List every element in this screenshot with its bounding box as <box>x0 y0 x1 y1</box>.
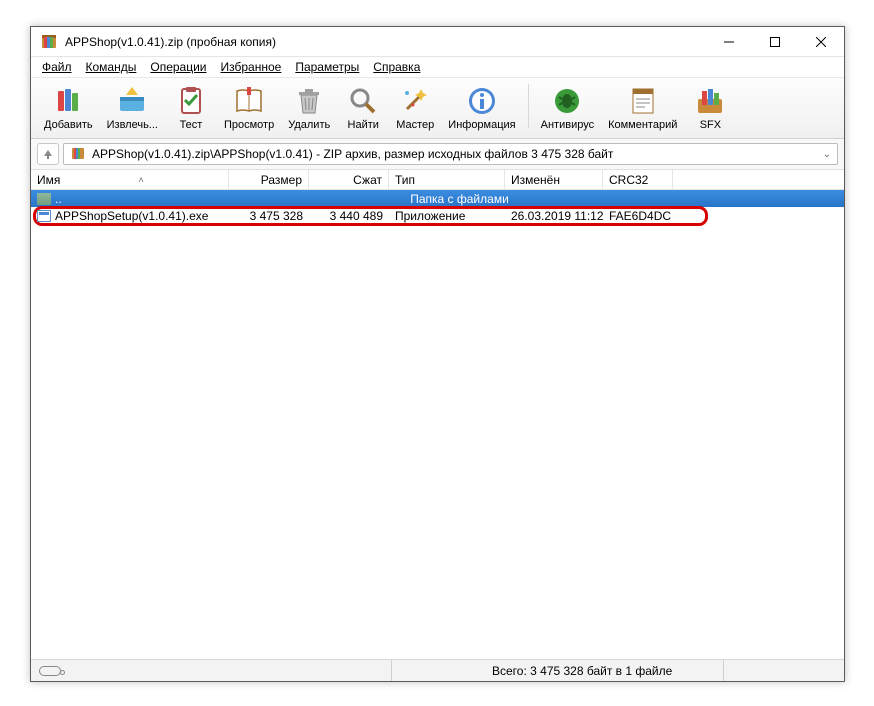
status-total: Всего: 3 475 328 байт в 1 файле <box>392 664 723 678</box>
close-button[interactable] <box>798 27 844 56</box>
search-icon <box>347 85 379 117</box>
antivirus-button[interactable]: Антивирус <box>534 82 601 135</box>
add-button[interactable]: Добавить <box>37 82 100 135</box>
winrar-window: APPShop(v1.0.41).zip (пробная копия) Фай… <box>30 26 845 682</box>
winrar-app-icon <box>39 32 59 52</box>
address-bar-row: APPShop(v1.0.41).zip\APPShop(v1.0.41) - … <box>31 139 844 170</box>
test-button[interactable]: Тест <box>165 82 217 135</box>
statusbar: Всего: 3 475 328 байт в 1 файле <box>31 659 844 681</box>
sfx-button[interactable]: SFX <box>684 82 736 135</box>
view-button[interactable]: Просмотр <box>217 82 281 135</box>
extract-button[interactable]: Извлечь... <box>100 82 165 135</box>
delete-button[interactable]: Удалить <box>281 82 337 135</box>
bug-shield-icon <box>551 85 583 117</box>
menu-help[interactable]: Справка <box>366 59 427 75</box>
info-button[interactable]: Информация <box>441 82 522 135</box>
toolbar-separator <box>528 84 529 128</box>
parent-folder-row[interactable]: .. Папка с файлами <box>31 190 844 207</box>
toolbar: Добавить Извлечь... Тест Просмотр Удалит… <box>31 77 844 139</box>
col-crc[interactable]: CRC32 <box>603 170 673 189</box>
col-name[interactable]: Имя˄ <box>31 170 229 189</box>
wand-icon <box>399 85 431 117</box>
folder-icon <box>37 193 51 205</box>
menubar: Файл Команды Операции Избранное Параметр… <box>31 57 844 77</box>
clipboard-check-icon <box>175 85 207 117</box>
maximize-button[interactable] <box>752 27 798 56</box>
menu-operations[interactable]: Операции <box>143 59 213 75</box>
exe-icon <box>37 210 51 222</box>
books-stack-icon <box>52 85 84 117</box>
sort-asc-icon: ˄ <box>139 175 144 185</box>
sfx-icon <box>694 85 726 117</box>
address-path: APPShop(v1.0.41).zip\APPShop(v1.0.41) - … <box>92 147 613 161</box>
menu-commands[interactable]: Команды <box>79 59 144 75</box>
comment-button[interactable]: Комментарий <box>601 82 684 135</box>
book-open-icon <box>233 85 265 117</box>
column-header: Имя˄ Размер Сжат Тип Изменён CRC32 <box>31 170 844 190</box>
file-list[interactable]: .. Папка с файлами APPShopSetup(v1.0.41)… <box>31 190 844 659</box>
window-title: APPShop(v1.0.41).zip (пробная копия) <box>65 35 706 49</box>
wizard-button[interactable]: Мастер <box>389 82 441 135</box>
address-input[interactable]: APPShop(v1.0.41).zip\APPShop(v1.0.41) - … <box>63 143 838 165</box>
menu-options[interactable]: Параметры <box>288 59 366 75</box>
col-size[interactable]: Размер <box>229 170 309 189</box>
archive-icon <box>70 145 86 164</box>
up-button[interactable] <box>37 143 59 165</box>
address-dropdown-icon[interactable]: ⌄ <box>823 149 831 160</box>
col-packed[interactable]: Сжат <box>309 170 389 189</box>
notepad-icon <box>627 85 659 117</box>
menu-favorites[interactable]: Избранное <box>214 59 289 75</box>
file-row[interactable]: APPShopSetup(v1.0.41).exe 3 475 328 3 44… <box>31 207 844 224</box>
menu-file[interactable]: Файл <box>35 59 79 75</box>
trash-icon <box>293 85 325 117</box>
info-icon <box>466 85 498 117</box>
titlebar: APPShop(v1.0.41).zip (пробная копия) <box>31 27 844 57</box>
extract-icon <box>116 85 148 117</box>
find-button[interactable]: Найти <box>337 82 389 135</box>
col-type[interactable]: Тип <box>389 170 505 189</box>
minimize-button[interactable] <box>706 27 752 56</box>
disk-icon <box>39 666 61 676</box>
up-arrow-icon <box>42 148 54 160</box>
col-modified[interactable]: Изменён <box>505 170 603 189</box>
